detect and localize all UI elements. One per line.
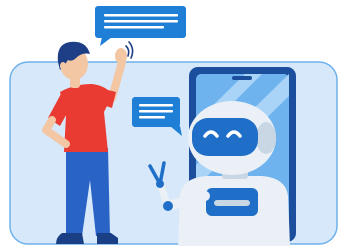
chatbot-illustration xyxy=(9,6,338,246)
speech-bubble-top-icon xyxy=(95,6,186,46)
